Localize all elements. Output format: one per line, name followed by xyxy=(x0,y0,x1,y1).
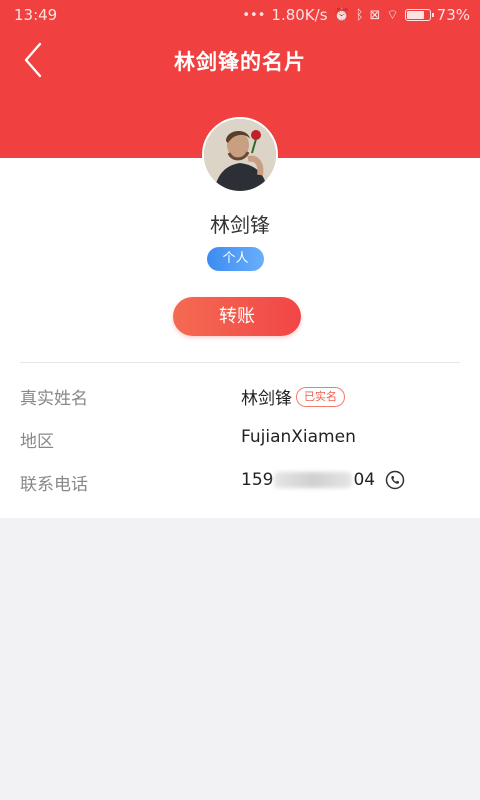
phone-value-group: 159 04 xyxy=(241,470,405,490)
region-label: 地区 xyxy=(20,432,54,452)
real-name-row: 真实姓名 林剑锋 已实名 xyxy=(20,380,460,410)
transfer-button[interactable]: 转账 xyxy=(173,297,301,336)
phone-suffix: 04 xyxy=(353,470,376,490)
profile-name: 林剑锋 xyxy=(210,213,270,237)
battery-fill xyxy=(406,11,425,19)
divider xyxy=(20,362,460,363)
avatar-image xyxy=(204,119,276,191)
alarm-icon: ⏰ xyxy=(333,7,350,23)
account-type-badge: 个人 xyxy=(207,247,264,271)
sim-icon: ⊠ xyxy=(369,7,381,23)
status-icons: ••• 1.80K/s ⏰ ᛒ ⊠ ⌔ 73% xyxy=(242,6,470,24)
phone-prefix: 159 xyxy=(241,470,274,490)
battery-icon xyxy=(404,9,434,21)
phone-label: 联系电话 xyxy=(20,475,88,495)
battery-percent: 73% xyxy=(436,6,470,24)
phone-redacted xyxy=(274,472,353,488)
region-row: 地区 FujianXiamen xyxy=(20,423,460,453)
phone-icon[interactable] xyxy=(385,470,405,490)
page-title: 林剑锋的名片 xyxy=(174,50,306,74)
wifi-icon: ⌔ xyxy=(386,8,399,23)
status-time: 13:49 xyxy=(14,6,58,24)
more-dots-icon: ••• xyxy=(242,7,266,23)
verified-badge: 已实名 xyxy=(296,386,345,407)
avatar[interactable] xyxy=(202,117,278,193)
bluetooth-icon: ᛒ xyxy=(355,7,364,23)
real-name-value: 林剑锋 xyxy=(241,389,292,409)
phone-row: 联系电话 159 04 xyxy=(20,466,460,496)
network-speed: 1.80K/s xyxy=(271,6,328,24)
real-name-label: 真实姓名 xyxy=(20,389,88,409)
real-name-value-group: 林剑锋 已实名 xyxy=(241,384,345,409)
status-bar: 13:49 ••• 1.80K/s ⏰ ᛒ ⊠ ⌔ 73% xyxy=(0,0,480,30)
region-value: FujianXiamen xyxy=(241,427,356,447)
